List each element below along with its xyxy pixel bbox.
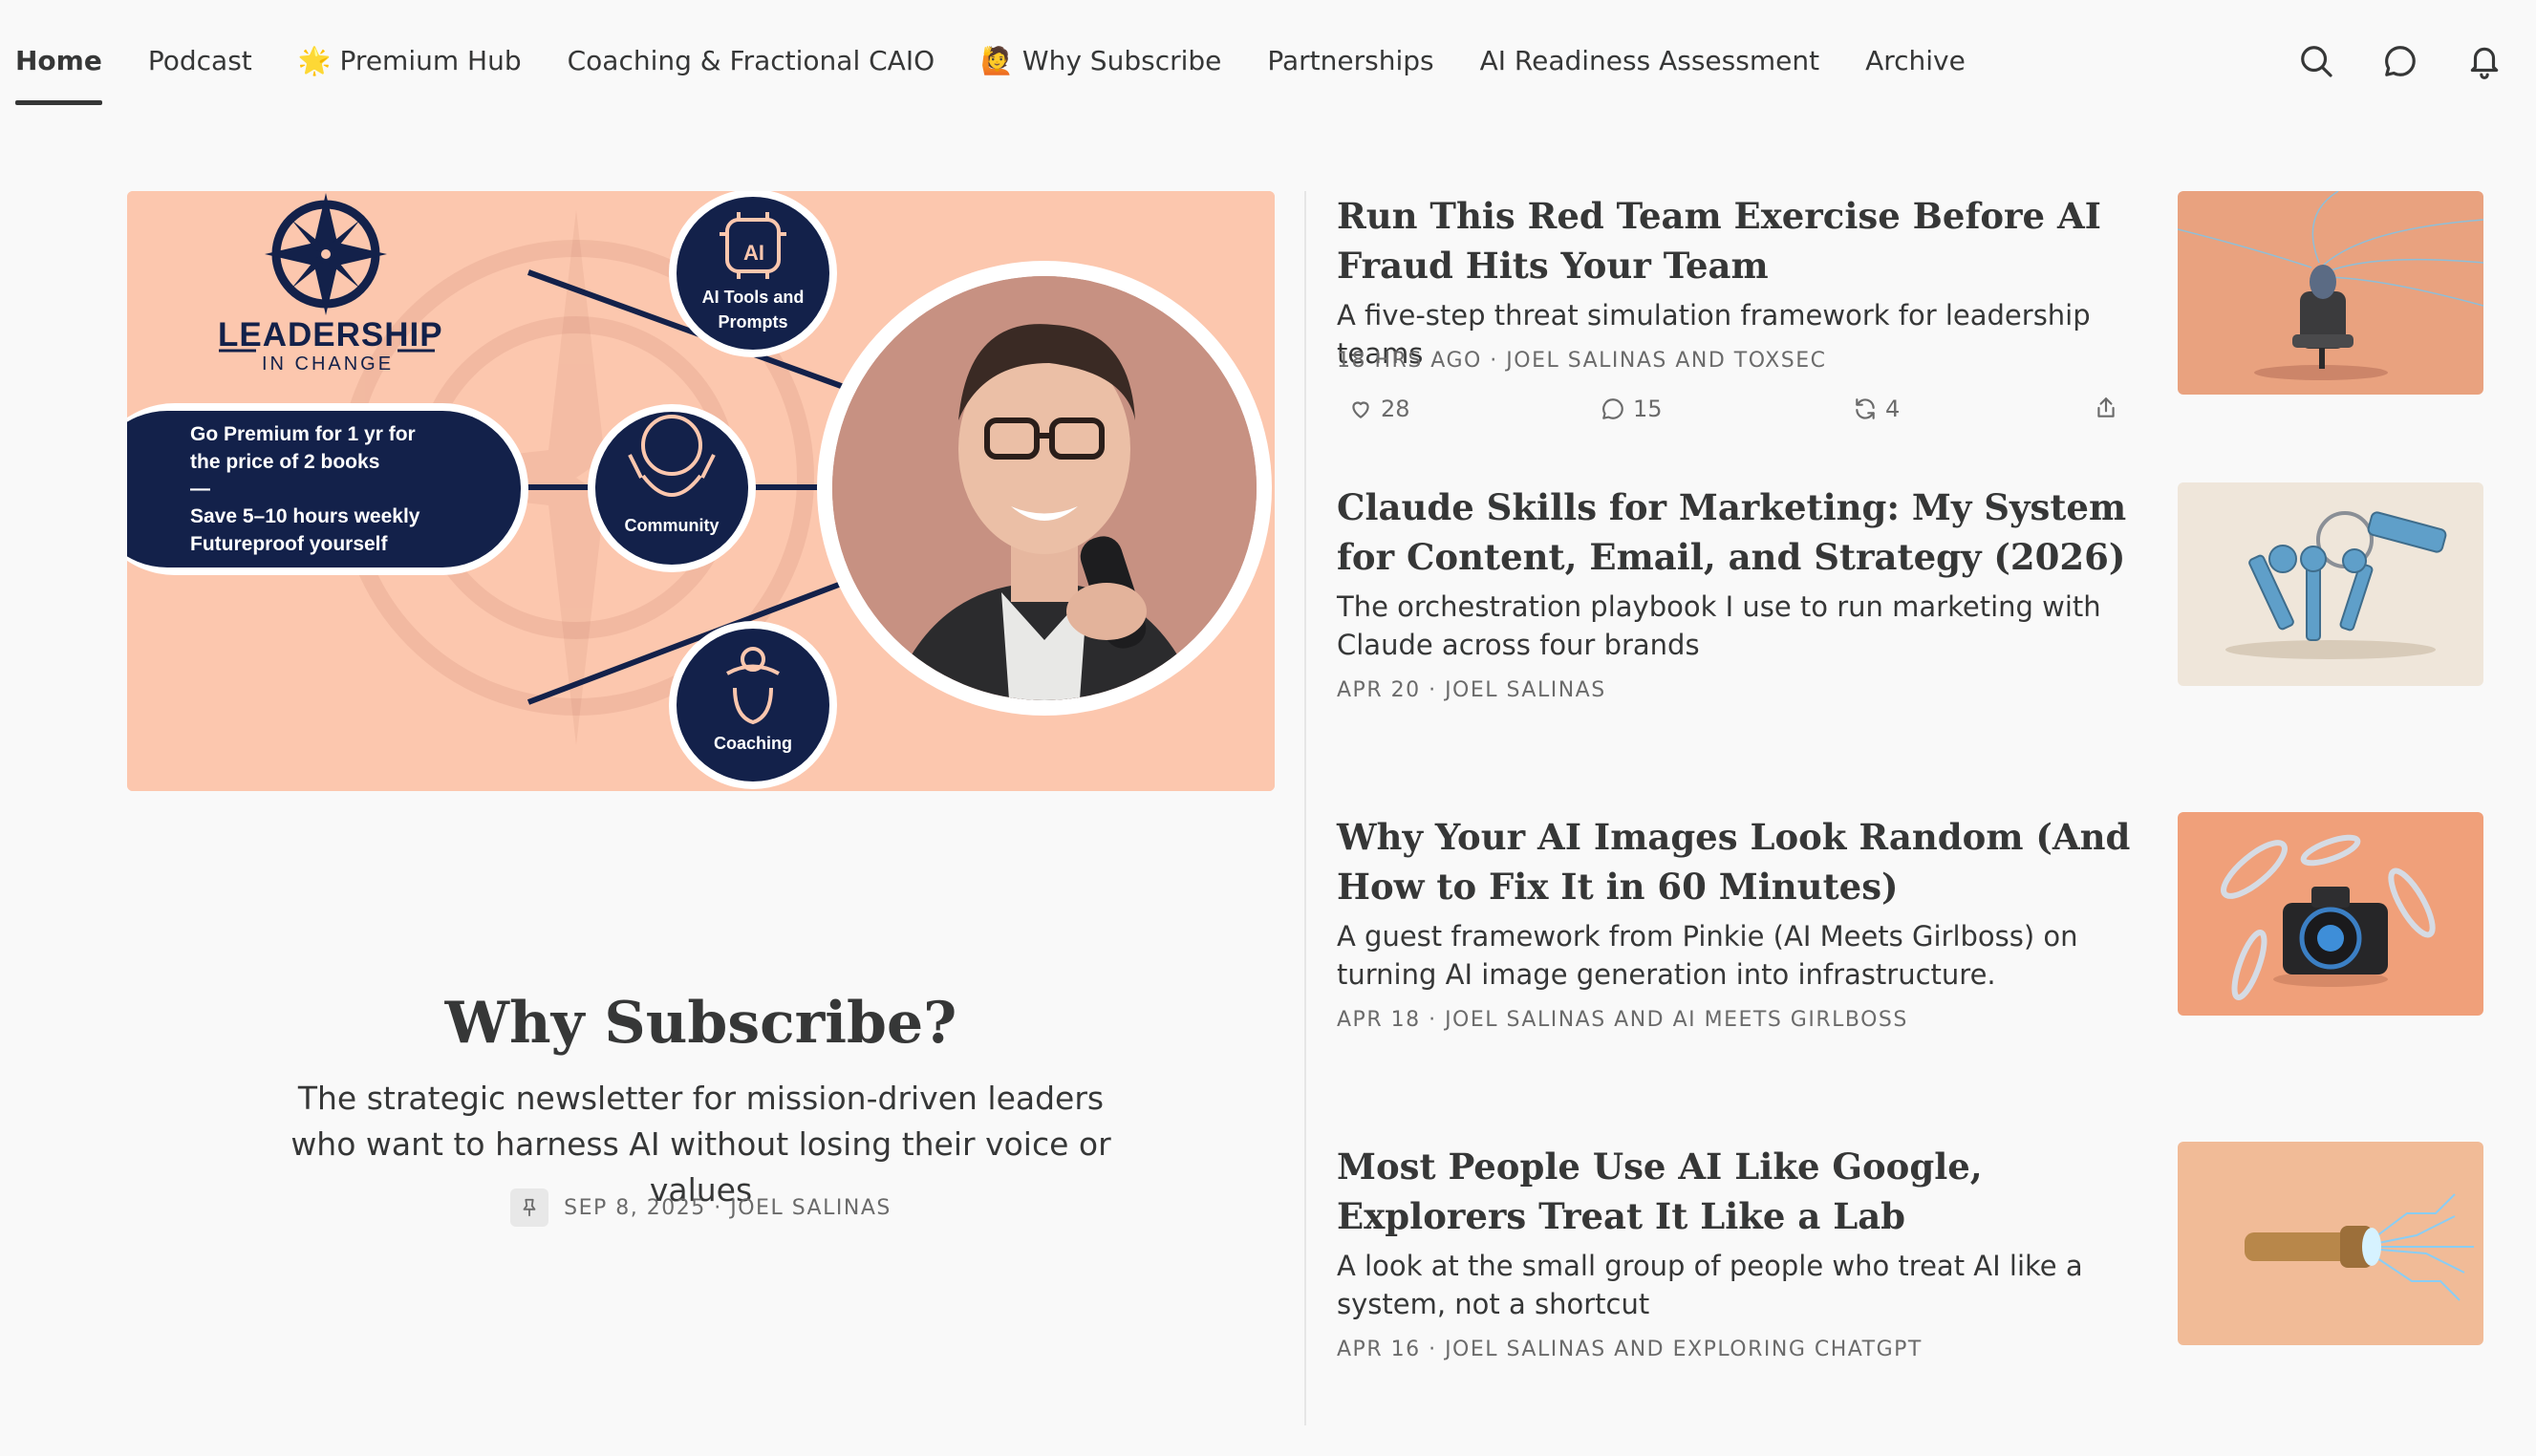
post-title[interactable]: Claude Skills for Marketing: My System f… <box>1337 482 2139 582</box>
column-divider <box>1304 191 1306 1425</box>
node-ai-tools-label: AI Tools and Prompts <box>701 288 805 332</box>
post-thumbnail[interactable] <box>2178 1142 2483 1345</box>
chat-icon[interactable] <box>2375 36 2425 86</box>
post-thumbnail[interactable] <box>2178 812 2483 1016</box>
post-title[interactable]: Run This Red Team Exercise Before AI Fra… <box>1337 191 2139 290</box>
comment-button[interactable]: 15 <box>1601 396 1663 422</box>
like-count: 28 <box>1381 396 1410 422</box>
comment-count: 15 <box>1633 396 1663 422</box>
post-meta: 18 HRS AGO · JOEL SALINAS AND TOXSEC <box>1337 349 1827 373</box>
restack-icon <box>1856 398 1875 419</box>
post-item: Most People Use AI Like Google, Explorer… <box>1337 1142 2483 1390</box>
hero-ai-badge: AI <box>743 241 764 265</box>
post-item: Run This Red Team Exercise Before AI Fra… <box>1337 191 2483 439</box>
search-icon[interactable] <box>2291 36 2341 86</box>
share-button[interactable] <box>2094 396 2126 420</box>
brand-logo: LEADERSHIP IN CHANGE <box>218 316 443 375</box>
brand-logo-top: LEADERSHIP <box>218 316 443 353</box>
post-subtitle: A look at the small group of people who … <box>1337 1250 2083 1320</box>
hero-title[interactable]: Why Subscribe? <box>127 990 1275 1057</box>
promo-text: Go Premium for 1 yr for the price of 2 b… <box>190 420 477 558</box>
post-meta: APR 18 · JOEL SALINAS AND AI MEETS GIRLB… <box>1337 1008 1908 1032</box>
top-nav: Home Podcast 🌟 Premium Hub Coaching & Fr… <box>0 0 2536 122</box>
nav-icons <box>2257 36 2509 86</box>
post-item: Why Your AI Images Look Random (And How … <box>1337 812 2483 1060</box>
post-thumbnail[interactable] <box>2178 482 2483 686</box>
share-icon <box>2097 397 2115 418</box>
promo-dash: — <box>190 478 210 500</box>
pin-icon <box>510 1188 549 1227</box>
heart-icon <box>1352 401 1369 418</box>
thumb-flashlight <box>2178 1142 2483 1345</box>
restack-button[interactable]: 4 <box>1853 396 1900 422</box>
restack-count: 4 <box>1885 396 1901 422</box>
hero-meta-text[interactable]: SEP 8, 2025 · JOEL SALINAS <box>564 1196 892 1220</box>
post-title[interactable]: Why Your AI Images Look Random (And How … <box>1337 812 2139 911</box>
tab-partnerships[interactable]: Partnerships <box>1267 38 1433 84</box>
bell-icon[interactable] <box>2460 36 2509 86</box>
comment-icon <box>1602 398 1623 419</box>
tab-why-subscribe[interactable]: 🙋 Why Subscribe <box>980 38 1221 84</box>
post-title[interactable]: Most People Use AI Like Google, Explorer… <box>1337 1142 2139 1241</box>
hero-image[interactable]: AI LEADERSHIP IN CHANGE Go Premium for 1… <box>127 191 1275 791</box>
thumb-camera <box>2178 812 2483 1016</box>
tab-archive[interactable]: Archive <box>1865 38 1966 84</box>
thumb-keys <box>2178 482 2483 686</box>
nav-tabs: Home Podcast 🌟 Premium Hub Coaching & Fr… <box>15 38 2011 105</box>
thumb-robot-chair <box>2178 191 2483 395</box>
post-meta: APR 16 · JOEL SALINAS AND EXPLORING CHAT… <box>1337 1338 1923 1361</box>
node-community-label: Community <box>624 516 720 535</box>
promo-line: Save 5–10 hours weekly <box>190 505 420 527</box>
promo-line: Futureproof yourself <box>190 533 388 555</box>
tab-premium-hub[interactable]: 🌟 Premium Hub <box>298 38 522 84</box>
post-thumbnail[interactable] <box>2178 191 2483 395</box>
post-subtitle: A guest framework from Pinkie (AI Meets … <box>1337 920 2078 991</box>
tab-coaching[interactable]: Coaching & Fractional CAIO <box>568 38 935 84</box>
post-item: Claude Skills for Marketing: My System f… <box>1337 482 2483 731</box>
tab-ai-readiness[interactable]: AI Readiness Assessment <box>1480 38 1819 84</box>
promo-line: the price of 2 books <box>190 451 380 473</box>
post-subtitle: The orchestration playbook I use to run … <box>1337 590 2101 661</box>
tab-podcast[interactable]: Podcast <box>148 38 252 84</box>
node-coaching-label: Coaching <box>713 734 792 753</box>
hero-meta: SEP 8, 2025 · JOEL SALINAS <box>127 1188 1275 1227</box>
brand-logo-bottom: IN CHANGE <box>261 353 395 375</box>
promo-line: Go Premium for 1 yr for <box>190 423 416 445</box>
post-meta: APR 20 · JOEL SALINAS <box>1337 678 1606 702</box>
post-actions: 28 15 4 <box>1337 396 2120 434</box>
like-button[interactable]: 28 <box>1348 396 1410 422</box>
tab-home[interactable]: Home <box>15 38 102 105</box>
